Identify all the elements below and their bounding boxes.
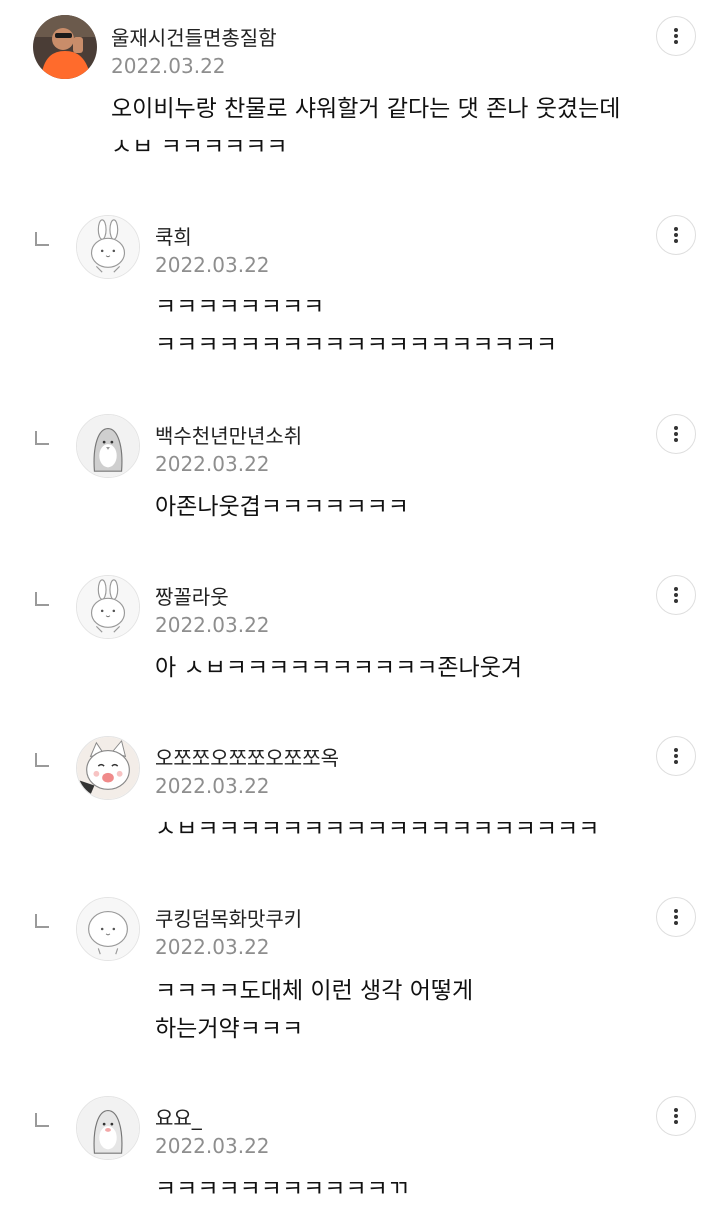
comment-item: 울재시건들면총질함 2022.03.22 오이비누랑 찬물로 샤워할거 같다는 …: [0, 0, 710, 190]
comment-text-line: 아존나웃겹ㅋㅋㅋㅋㅋㅋㅋ: [155, 494, 409, 520]
comment-author[interactable]: 울재시건들면총질함: [111, 22, 277, 51]
comment-text-line: ㅋㅋㅋㅋ도대체 이런 생각 어떻게: [155, 978, 474, 1004]
more-options-button[interactable]: [656, 736, 696, 776]
comment-text-line: ㅋㅋㅋㅋㅋㅋㅋㅋ: [155, 294, 325, 320]
reply-corner-icon: [35, 1113, 49, 1127]
reply-item: 요요_ 2022.03.22 ㅋㅋㅋㅋㅋㅋㅋㅋㅋㅋㅋㄲ: [0, 1080, 710, 1213]
comment-date: 2022.03.22: [155, 253, 270, 277]
more-options-button[interactable]: [656, 575, 696, 615]
reply-item: 오쪼쪼오쪼쪼오쪼쪼옥 2022.03.22 ㅅㅂㅋㅋㅋㅋㅋㅋㅋㅋㅋㅋㅋㅋㅋㅋㅋㅋ…: [0, 720, 710, 880]
comment-date: 2022.03.22: [111, 54, 226, 78]
vertical-dots-icon: [674, 909, 678, 925]
reply-corner-icon: [35, 232, 49, 246]
comment-date: 2022.03.22: [155, 935, 270, 959]
vertical-dots-icon: [674, 1108, 678, 1124]
reply-item: 쿠킹덤목화맛쿠키 2022.03.22 ㅋㅋㅋㅋ도대체 이런 생각 어떻게 하는…: [0, 881, 710, 1076]
reply-item: 쿡희 2022.03.22 ㅋㅋㅋㅋㅋㅋㅋㅋ ㅋㅋㅋㅋㅋㅋㅋㅋㅋㅋㅋㅋㅋㅋㅋㅋㅋ…: [0, 199, 710, 389]
vertical-dots-icon: [674, 748, 678, 764]
comment-text-line: 오이비누랑 찬물로 샤워할거 같다는 댓 존나 웃겼는데: [111, 96, 621, 122]
comment-text-line: ㅅㅂ ㅋㅋㅋㅋㅋㅋ: [111, 134, 288, 160]
more-options-button[interactable]: [656, 16, 696, 56]
avatar[interactable]: [76, 215, 140, 279]
comment-date: 2022.03.22: [155, 774, 270, 798]
comment-text-line: 하는거약ㅋㅋㅋ: [155, 1016, 304, 1042]
comment-author[interactable]: 쿠킹덤목화맛쿠키: [155, 903, 302, 932]
reply-item: 짱꼴라웃 2022.03.22 아 ㅅㅂㅋㅋㅋㅋㅋㅋㅋㅋㅋㅋ존나웃겨: [0, 559, 710, 719]
comment-date: 2022.03.22: [155, 452, 270, 476]
vertical-dots-icon: [674, 587, 678, 603]
reply-corner-icon: [35, 914, 49, 928]
vertical-dots-icon: [674, 426, 678, 442]
avatar[interactable]: [76, 414, 140, 478]
comment-author[interactable]: 짱꼴라웃: [155, 581, 229, 610]
more-options-button[interactable]: [656, 1096, 696, 1136]
more-options-button[interactable]: [656, 897, 696, 937]
avatar[interactable]: [76, 575, 140, 639]
comment-text-line: ㅋㅋㅋㅋㅋㅋㅋㅋㅋㅋㅋㅋㅋㅋㅋㅋㅋㅋㅋ: [155, 332, 558, 358]
avatar[interactable]: [76, 1096, 140, 1160]
avatar[interactable]: [76, 897, 140, 961]
reply-item: 백수천년만년소취 2022.03.22 아존나웃겹ㅋㅋㅋㅋㅋㅋㅋ: [0, 398, 710, 558]
reply-corner-icon: [35, 431, 49, 445]
reply-corner-icon: [35, 592, 49, 606]
comment-author[interactable]: 백수천년만년소취: [155, 420, 302, 449]
comment-date: 2022.03.22: [155, 613, 270, 637]
reply-corner-icon: [35, 753, 49, 767]
comment-text-line: ㅋㅋㅋㅋㅋㅋㅋㅋㅋㅋㅋㄲ: [155, 1176, 409, 1202]
more-options-button[interactable]: [656, 215, 696, 255]
comment-text-line: 아 ㅅㅂㅋㅋㅋㅋㅋㅋㅋㅋㅋㅋ존나웃겨: [155, 655, 523, 681]
avatar[interactable]: [76, 736, 140, 800]
more-options-button[interactable]: [656, 414, 696, 454]
comment-author[interactable]: 오쪼쪼오쪼쪼오쪼쪼옥: [155, 742, 339, 771]
vertical-dots-icon: [674, 28, 678, 44]
comment-author[interactable]: 요요_: [155, 1102, 202, 1131]
vertical-dots-icon: [674, 227, 678, 243]
comment-text-line: ㅅㅂㅋㅋㅋㅋㅋㅋㅋㅋㅋㅋㅋㅋㅋㅋㅋㅋㅋㅋㅋ: [155, 816, 600, 842]
comment-author[interactable]: 쿡희: [155, 221, 192, 250]
comment-date: 2022.03.22: [155, 1134, 270, 1158]
avatar[interactable]: [33, 15, 97, 79]
